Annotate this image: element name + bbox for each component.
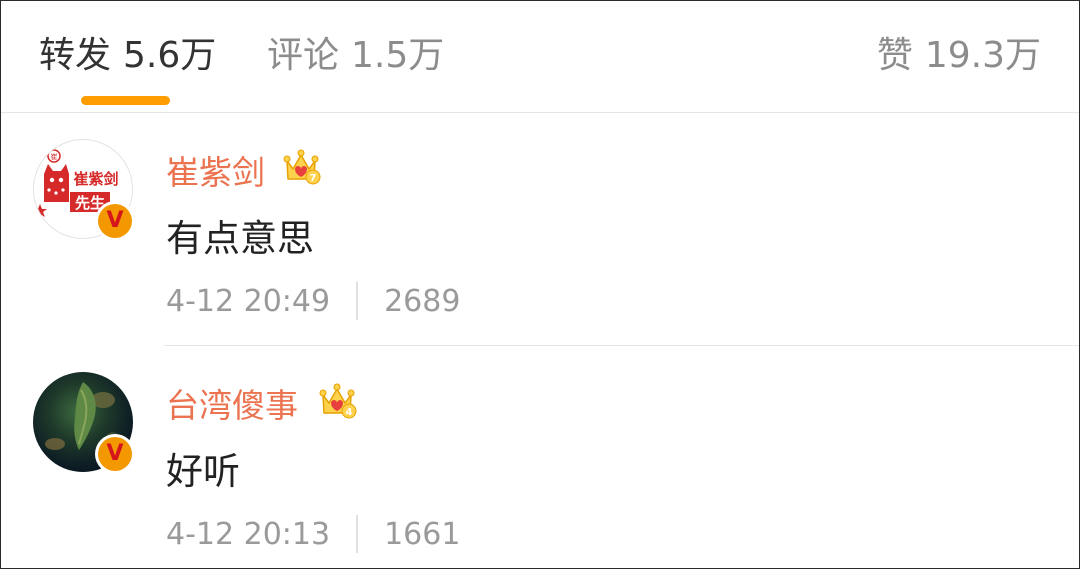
comment-text: 有点意思 (166, 217, 314, 260)
vip-crown-icon[interactable]: 4 (317, 381, 357, 421)
username[interactable]: 崔紫剑 (166, 151, 265, 195)
vip-level: 4 (346, 407, 353, 418)
meta-divider (356, 514, 359, 553)
verified-badge: V (95, 201, 135, 241)
tab-like-count: 19.3万 (924, 35, 1041, 76)
tab-comment-label: 评论 (267, 35, 340, 76)
meta-divider (356, 281, 359, 320)
verified-icon: V (98, 437, 132, 471)
comment-meta: 4-12 20:13 1661 (166, 514, 460, 555)
vip-crown-icon[interactable]: 7 (281, 147, 321, 187)
tab-like[interactable]: 赞 19.3万 (877, 31, 1041, 81)
avatar-brand-text: 崔紫剑 (72, 170, 118, 188)
active-tab-indicator (81, 96, 170, 105)
tab-comment-count: 1.5万 (351, 35, 445, 76)
vip-level: 7 (310, 173, 317, 184)
comment-panel: 转发 5.6万 评论 1.5万 赞 19.3万 崔 崔紫剑 先生 V 崔紫剑 7… (0, 0, 1080, 569)
tab-bar: 转发 5.6万 评论 1.5万 赞 19.3万 (1, 1, 1079, 113)
tab-repost-count: 5.6万 (123, 35, 217, 76)
comment-item: 崔 崔紫剑 先生 V 崔紫剑 7 有点意思 4-12 20:49 2689 (1, 113, 1079, 346)
verified-icon: V (98, 204, 132, 238)
comment-meta: 4-12 20:49 2689 (166, 281, 460, 322)
svg-text:崔: 崔 (51, 152, 58, 161)
tab-comment[interactable]: 评论 1.5万 (267, 31, 444, 81)
comment-like-count[interactable]: 1661 (384, 517, 460, 552)
tab-repost[interactable]: 转发 5.6万 (39, 31, 216, 81)
comment-text: 好听 (166, 450, 240, 493)
comment-like-count[interactable]: 2689 (384, 284, 460, 319)
tab-like-label: 赞 (876, 35, 913, 76)
tab-repost-label: 转发 (39, 35, 112, 76)
comment-item: V 台湾傻事 4 好听 4-12 20:13 1661 (1, 346, 1079, 568)
username[interactable]: 台湾傻事 (166, 384, 298, 428)
verified-badge: V (95, 434, 135, 474)
comment-time: 4-12 20:13 (166, 517, 331, 552)
comment-time: 4-12 20:49 (166, 284, 331, 319)
